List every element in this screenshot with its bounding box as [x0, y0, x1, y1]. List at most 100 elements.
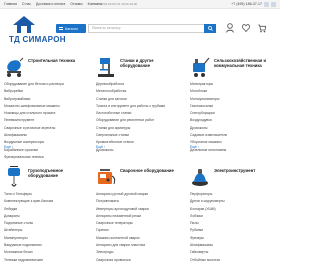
category-link[interactable]: Листогибочные станки	[96, 110, 182, 117]
category-link[interactable]: Вакуумные подъемники	[4, 242, 90, 249]
category-link[interactable]: Дровоколы	[190, 125, 276, 132]
user-profile-icon[interactable]	[226, 23, 234, 33]
category-link[interactable]: Вибротрамбовки	[4, 96, 90, 103]
category-link[interactable]: Электроды	[96, 249, 182, 256]
category-link[interactable]: Точила и инструмент для работы с трубами	[96, 103, 182, 110]
category-link[interactable]: Тали и Тельферы	[4, 191, 90, 198]
category-link[interactable]: Снегоуборщики	[190, 110, 276, 117]
catalog-button[interactable]: Каталог	[56, 24, 86, 33]
category-link[interactable]: Монтажные блоки	[4, 249, 90, 256]
search-input[interactable]: Поиск по каталогу	[88, 24, 204, 33]
category-link[interactable]: Деревообработка	[96, 81, 182, 88]
category-link[interactable]: Фрезеры	[190, 235, 276, 242]
category-link[interactable]: Пневмоинструмент	[4, 117, 90, 124]
sander-icon[interactable]	[190, 166, 210, 188]
category-link[interactable]: Мотокультиваторы	[190, 96, 276, 103]
category-welding-equipment: Сварочное оборудование Аппараты ручной д…	[96, 166, 182, 264]
category-link[interactable]: Дрели и шуруповерты	[190, 198, 276, 205]
category-link[interactable]: Мозаично-шлифовальные машины	[4, 103, 90, 110]
category-link[interactable]: Манипуляторы	[4, 235, 90, 242]
category-link[interactable]: Комплектующие к кран-балкам	[4, 198, 90, 205]
category-link[interactable]: Полуавтоматы	[96, 198, 182, 205]
category-link[interactable]: Лебедки	[4, 206, 90, 213]
welding-machine-icon[interactable]	[96, 166, 116, 188]
more-link[interactable]: Ещё ›	[96, 144, 105, 151]
category-link[interactable]: Лобзики	[190, 213, 276, 220]
top-nav-item-about[interactable]: О нас	[22, 2, 31, 6]
logo-house-icon[interactable]	[13, 16, 35, 33]
category-link[interactable]: Машины контактной сварки	[96, 235, 182, 242]
category-link[interactable]: Оборудование для ремонтных работ	[96, 117, 182, 124]
category-link[interactable]: Тележки гидравлические	[4, 257, 90, 264]
top-nav-item-home[interactable]: Главная	[4, 2, 17, 6]
category-link[interactable]: Шлифмашины	[4, 132, 90, 139]
top-nav-item-delivery[interactable]: Доставка и оплата	[36, 2, 65, 6]
category-link[interactable]: Домкраты	[4, 213, 90, 220]
category-title[interactable]: Строительная техника	[28, 58, 90, 63]
header-icons	[226, 23, 266, 33]
category-link[interactable]: Аппараты для сварки пластика	[96, 242, 182, 249]
category-link[interactable]: Воздуходувки	[190, 117, 276, 124]
favorites-icon[interactable]	[242, 23, 250, 33]
category-link[interactable]: Кромкогибочные станки	[96, 139, 182, 146]
more-link[interactable]: Ещё ›	[190, 144, 199, 151]
category-link[interactable]: Инверторы аргонодуговой сварки	[96, 206, 182, 213]
category-link[interactable]: Дизельные мотопомпы	[190, 147, 276, 154]
category-link[interactable]: Ножницы для стального проката	[4, 110, 90, 117]
category-link[interactable]: Сварочные генераторы	[96, 220, 182, 227]
menu-icon[interactable]	[271, 2, 276, 7]
category-link[interactable]: Фрезеровальная техника	[4, 154, 90, 161]
catalog-button-label: Каталог	[65, 26, 79, 31]
phone-number[interactable]: +7 (495) 186-37-17	[231, 2, 262, 6]
category-link[interactable]: Сверлильные станки	[96, 132, 182, 139]
hoist-icon[interactable]	[4, 166, 24, 188]
category-list: Тали и Тельферы Комплектующие к кран-бал…	[4, 191, 90, 264]
category-link[interactable]: Рубанки	[190, 227, 276, 234]
category-machine-tools: Станки и другое оборудование Деревообраб…	[96, 56, 182, 154]
category-list: Минитракторы Мотоблоки Мотокультиваторы …	[190, 81, 276, 154]
category-link[interactable]: Аппараты ручной дуговой сварки	[96, 191, 182, 198]
category-link[interactable]: Виброрейки	[4, 88, 90, 95]
category-link[interactable]: Барабанные сушилки	[4, 147, 90, 154]
category-link[interactable]: Мотоблоки	[190, 88, 276, 95]
category-link[interactable]: Газонокосилки	[190, 103, 276, 110]
category-link[interactable]: Болгарки (УШМ)	[190, 206, 276, 213]
concrete-mixer-icon[interactable]	[4, 56, 24, 78]
category-link[interactable]: Гайковерты	[190, 249, 276, 256]
category-link[interactable]: Шлифмашины	[190, 242, 276, 249]
category-list: Оборудование для бетона и раствора Вибро…	[4, 81, 90, 161]
user-icon[interactable]	[264, 2, 269, 7]
category-title[interactable]: Станки и другое оборудование	[120, 58, 182, 68]
category-link[interactable]: Воздушные компрессоры	[4, 139, 90, 146]
cart-icon[interactable]	[258, 23, 266, 33]
category-link[interactable]: Аппараты плазменной резки	[96, 213, 182, 220]
category-title[interactable]: Грузоподъемное оборудование	[28, 168, 90, 178]
category-link[interactable]: Станки для заточки	[96, 96, 182, 103]
category-link[interactable]: Металлообработка	[96, 88, 182, 95]
category-link[interactable]: Пилы	[190, 220, 276, 227]
category-title[interactable]: Сварочное оборудование	[120, 168, 182, 173]
category-link[interactable]: Перфораторы	[190, 191, 276, 198]
category-list: Деревообработка Металлообработка Станки …	[96, 81, 182, 154]
category-link[interactable]: Подъемные столы	[4, 220, 90, 227]
category-link[interactable]: Сварочная проволока	[96, 257, 182, 264]
category-link[interactable]: Станки для арматуры	[96, 125, 182, 132]
category-title[interactable]: Электроинструмент	[214, 168, 276, 173]
category-link[interactable]: Горелки	[96, 227, 182, 234]
category-link[interactable]: Сварочные и резочные агрегаты	[4, 125, 90, 132]
snow-blower-icon[interactable]	[190, 56, 210, 78]
category-link[interactable]: Уборочные машины	[190, 139, 276, 146]
category-list: Аппараты ручной дуговой сварки Полуавтом…	[96, 191, 182, 264]
category-link[interactable]: Штабелеры	[4, 227, 90, 234]
drill-press-icon[interactable]	[96, 56, 116, 78]
category-title[interactable]: Сельскохозяйственная и коммунальная техн…	[214, 58, 276, 68]
search-button[interactable]	[204, 24, 216, 33]
category-link[interactable]: Минитракторы	[190, 81, 276, 88]
logo-text[interactable]: ТД СИМАРОН	[9, 35, 66, 44]
top-nav-item-reviews[interactable]: Отзывы	[70, 2, 82, 6]
category-link[interactable]: Садовые измельчители	[190, 132, 276, 139]
more-link[interactable]: Ещё ›	[4, 144, 13, 151]
category-link[interactable]: Отбойные молотки	[190, 257, 276, 264]
category-link[interactable]: Дровоколы	[96, 147, 182, 154]
category-link[interactable]: Оборудование для бетона и раствора	[4, 81, 90, 88]
